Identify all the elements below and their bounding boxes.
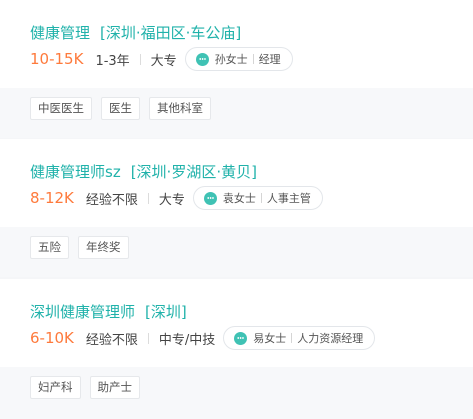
job-card[interactable]: 深圳健康管理师 [深圳] 6-10K 经验不限 中专/中技 易女士 人力资源经理 … (0, 279, 473, 419)
job-tag: 助产士 (89, 376, 140, 399)
experience: 1-3年 (95, 53, 130, 69)
experience: 经验不限 (85, 332, 138, 348)
divider (147, 332, 149, 344)
experience: 经验不限 (85, 192, 138, 208)
job-primary: 深圳健康管理师 [深圳] 6-10K 经验不限 中专/中技 易女士 人力资源经理 (0, 279, 473, 367)
job-title[interactable]: 健康管理 (30, 24, 90, 42)
job-primary: 健康管理师sz [深圳·罗湖区·黄贝] 8-12K 经验不限 大专 袁女士 人事主… (0, 139, 473, 227)
job-info-row: 6-10K 经验不限 中专/中技 易女士 人力资源经理 (30, 326, 376, 350)
divider (139, 53, 141, 65)
job-title-row[interactable]: 深圳健康管理师 [深圳] (30, 301, 187, 322)
education: 大专 (150, 53, 177, 69)
education: 大专 (158, 192, 185, 208)
job-tag: 其他科室 (149, 97, 211, 120)
tag-list: 中医医生 医生 其他科室 (30, 97, 220, 120)
contact-name: 易女士 (253, 332, 287, 345)
job-tag: 医生 (101, 97, 140, 120)
salary: 6-10K (30, 329, 74, 347)
job-tags-bar: 妇产科 助产士 (0, 367, 473, 419)
job-card[interactable]: 健康管理师sz [深圳·罗湖区·黄贝] 8-12K 经验不限 大专 袁女士 人事主… (0, 139, 473, 277)
job-primary: 健康管理 [深圳·福田区·车公庙] 10-15K 1-3年 大专 孙女士 经理 (0, 0, 473, 88)
job-tags-bar: 五险 年终奖 (0, 227, 473, 277)
contact-chat-button[interactable]: 袁女士 人事主管 (192, 186, 323, 210)
education: 中专/中技 (158, 332, 216, 348)
job-tag: 妇产科 (30, 376, 81, 399)
contact-chat-button[interactable]: 易女士 人力资源经理 (223, 326, 376, 350)
job-title[interactable]: 健康管理师sz (30, 163, 121, 181)
job-title-row[interactable]: 健康管理 [深圳·福田区·车公庙] (30, 22, 241, 43)
tag-list: 五险 年终奖 (30, 236, 138, 259)
contact-chat-button[interactable]: 孙女士 经理 (184, 47, 293, 71)
chat-bubble-icon (203, 191, 217, 205)
divider (252, 54, 254, 64)
salary: 8-12K (30, 189, 74, 207)
job-tag: 年终奖 (78, 236, 129, 259)
tag-list: 妇产科 助产士 (30, 376, 149, 399)
contact-role: 人事主管 (266, 192, 311, 205)
contact-name: 孙女士 (214, 53, 248, 66)
job-title-row[interactable]: 健康管理师sz [深圳·罗湖区·黄贝] (30, 161, 257, 182)
job-info-row: 10-15K 1-3年 大专 孙女士 经理 (30, 47, 293, 71)
contact-role: 人力资源经理 (297, 332, 364, 345)
divider (147, 192, 149, 204)
contact-name: 袁女士 (222, 192, 256, 205)
contact-role: 经理 (258, 53, 281, 66)
job-location: [深圳] (145, 303, 187, 321)
job-title[interactable]: 深圳健康管理师 (30, 303, 135, 321)
job-info-row: 8-12K 经验不限 大专 袁女士 人事主管 (30, 186, 323, 210)
job-location: [深圳·福田区·车公庙] (100, 24, 242, 42)
job-card[interactable]: 健康管理 [深圳·福田区·车公庙] 10-15K 1-3年 大专 孙女士 经理 中… (0, 0, 473, 138)
salary: 10-15K (30, 50, 84, 68)
job-location: [深圳·罗湖区·黄贝] (130, 163, 257, 181)
job-tag: 五险 (30, 236, 69, 259)
job-tag: 中医医生 (30, 97, 92, 120)
chat-bubble-icon (234, 331, 248, 345)
divider (291, 333, 293, 343)
job-tags-bar: 中医医生 医生 其他科室 (0, 88, 473, 138)
chat-bubble-icon (195, 52, 209, 66)
divider (260, 193, 262, 203)
